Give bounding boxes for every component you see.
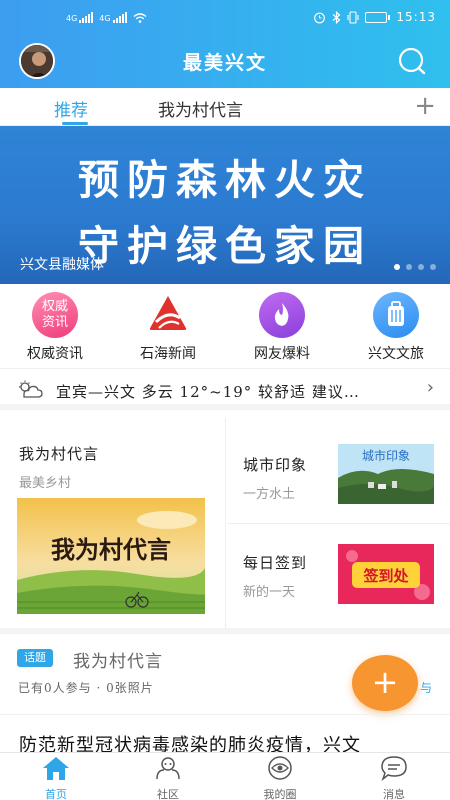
nav-label: 消息 bbox=[383, 788, 405, 800]
carousel-dot[interactable] bbox=[418, 264, 424, 270]
news-headline: 防范新型冠状病毒感染的肺炎疫情，兴文 bbox=[19, 735, 361, 752]
app-title: 最美兴文 bbox=[182, 52, 267, 74]
topic-title: 我为村代言 bbox=[73, 652, 163, 672]
nav-home[interactable]: 首页 bbox=[16, 755, 96, 800]
quick-entry-row: 权威 资讯 权威资讯 石海新闻 网友爆料 兴文文旅 bbox=[0, 286, 450, 364]
nav-label: 我的圈 bbox=[263, 788, 297, 800]
cell-signal-icon: 4G bbox=[66, 12, 94, 23]
topic-meta: 已有0人参与 · 0张照片 bbox=[18, 681, 154, 695]
nav-label: 首页 bbox=[45, 788, 67, 800]
message-icon bbox=[381, 756, 407, 782]
status-right: 15:13 bbox=[313, 10, 436, 24]
nav-my-circle[interactable]: 我的圈 bbox=[240, 755, 320, 800]
search-icon[interactable] bbox=[396, 46, 428, 76]
feature-card-text: 城市印象 一方水土 bbox=[243, 454, 307, 502]
quick-entry-user-reports[interactable]: 网友爆料 bbox=[232, 292, 332, 363]
banner-headline-1: 预防森林火灾 bbox=[78, 156, 372, 204]
create-post-button[interactable]: + bbox=[352, 655, 418, 711]
nav-messages[interactable]: 消息 bbox=[354, 755, 434, 800]
feature-card-daily-checkin[interactable]: 每日签到 新的一天 签到处 bbox=[227, 524, 450, 628]
authority-icon-text-2: 资讯 bbox=[41, 315, 68, 330]
news-list-item[interactable]: 防范新型冠状病毒感染的肺炎疫情，兴文 bbox=[0, 714, 450, 752]
circle-eye-icon bbox=[268, 756, 292, 780]
nav-label: 社区 bbox=[157, 788, 179, 800]
carousel-dots bbox=[394, 264, 436, 270]
feature-card-text: 我为村代言 最美乡村 bbox=[19, 443, 99, 491]
city-image-lettering: 城市印象 bbox=[362, 448, 410, 463]
bluetooth-icon bbox=[333, 10, 341, 24]
tab-recommend[interactable]: 推荐 bbox=[54, 96, 88, 121]
active-tab-indicator bbox=[62, 122, 88, 125]
feature-subtitle: 最美乡村 bbox=[19, 476, 72, 491]
luggage-icon bbox=[373, 292, 419, 338]
shihai-news-logo bbox=[145, 292, 191, 338]
nav-community[interactable]: 社区 bbox=[128, 755, 208, 800]
bottom-navigation: 首页 社区 我的圈 消息 bbox=[0, 752, 450, 800]
checkin-image-lettering: 签到处 bbox=[362, 567, 409, 585]
news-authority-icon: 权威 资讯 bbox=[32, 292, 78, 338]
signal-tag: 4G bbox=[66, 14, 78, 23]
flame-icon bbox=[259, 292, 305, 338]
vibrate-icon bbox=[347, 10, 359, 24]
weather-text: 宜宾—兴文 多云 12°~19° 较舒适 建议… bbox=[56, 383, 360, 401]
carousel-dot[interactable] bbox=[430, 264, 436, 270]
add-channel-icon[interactable]: + bbox=[414, 92, 436, 120]
status-left: 4G 4G bbox=[66, 12, 147, 23]
tab-village-spokesperson[interactable]: 我为村代言 bbox=[158, 96, 243, 121]
cloudy-icon bbox=[19, 380, 43, 398]
weather-bar[interactable]: 宜宾—兴文 多云 12°~19° 较舒适 建议… › bbox=[0, 368, 450, 410]
quick-entry-label: 兴文文旅 bbox=[368, 346, 424, 362]
chevron-right-icon[interactable]: › bbox=[427, 377, 434, 398]
authority-icon-text-1: 权威 bbox=[41, 299, 68, 314]
village-image-lettering: 我为村代言 bbox=[51, 535, 171, 564]
feature-grid: 我为村代言 最美乡村 我为村代言 城市印象 一方水土 城市印象 每日签到 新的一… bbox=[0, 418, 450, 628]
banner-caption: 兴文县融媒体 bbox=[20, 257, 104, 273]
feature-title: 每日签到 bbox=[243, 554, 308, 572]
quick-entry-label: 网友爆料 bbox=[254, 346, 310, 362]
feature-card-text: 每日签到 新的一天 bbox=[243, 552, 307, 600]
cell-signal-icon-2: 4G bbox=[99, 12, 127, 23]
quick-entry-shihai-news[interactable]: 石海新闻 bbox=[118, 292, 218, 363]
alarm-icon bbox=[314, 12, 326, 23]
battery-icon bbox=[365, 11, 391, 23]
city-impression-image: 城市印象 bbox=[338, 444, 434, 504]
feature-subtitle: 一方水土 bbox=[243, 487, 296, 502]
feature-title: 城市印象 bbox=[243, 456, 308, 474]
feature-title: 我为村代言 bbox=[19, 445, 100, 463]
carousel-dot[interactable] bbox=[394, 264, 400, 270]
signal-tag-2: 4G bbox=[99, 14, 111, 23]
quick-entry-label: 权威资讯 bbox=[27, 346, 83, 362]
banner-carousel[interactable]: 预防森林火灾 守护绿色家园 兴文县融媒体 bbox=[0, 126, 450, 284]
quick-entry-label: 石海新闻 bbox=[140, 346, 196, 362]
feature-card-city-impression[interactable]: 城市印象 一方水土 城市印象 bbox=[227, 418, 450, 524]
topic-badge: 话题 bbox=[17, 649, 53, 667]
wifi-icon bbox=[133, 13, 147, 23]
home-icon bbox=[43, 757, 69, 780]
app-header: 4G 4G 15:13 最美兴文 bbox=[0, 0, 450, 88]
topic-join-link[interactable]: 与 bbox=[420, 679, 432, 696]
status-time: 15:13 bbox=[396, 10, 436, 24]
feature-card-village[interactable]: 我为村代言 最美乡村 我为村代言 bbox=[0, 418, 226, 628]
community-icon bbox=[156, 757, 180, 780]
status-bar: 4G 4G 15:13 bbox=[0, 0, 450, 36]
village-banner-image: 我为村代言 bbox=[17, 498, 205, 614]
checkin-image: 签到处 bbox=[338, 544, 434, 604]
quick-entry-authority[interactable]: 权威 资讯 权威资讯 bbox=[5, 292, 105, 363]
feature-subtitle: 新的一天 bbox=[243, 585, 296, 600]
channel-tabs: 推荐 我为村代言 + bbox=[0, 88, 450, 126]
quick-entry-tourism[interactable]: 兴文文旅 bbox=[346, 292, 446, 363]
carousel-dot[interactable] bbox=[406, 264, 412, 270]
